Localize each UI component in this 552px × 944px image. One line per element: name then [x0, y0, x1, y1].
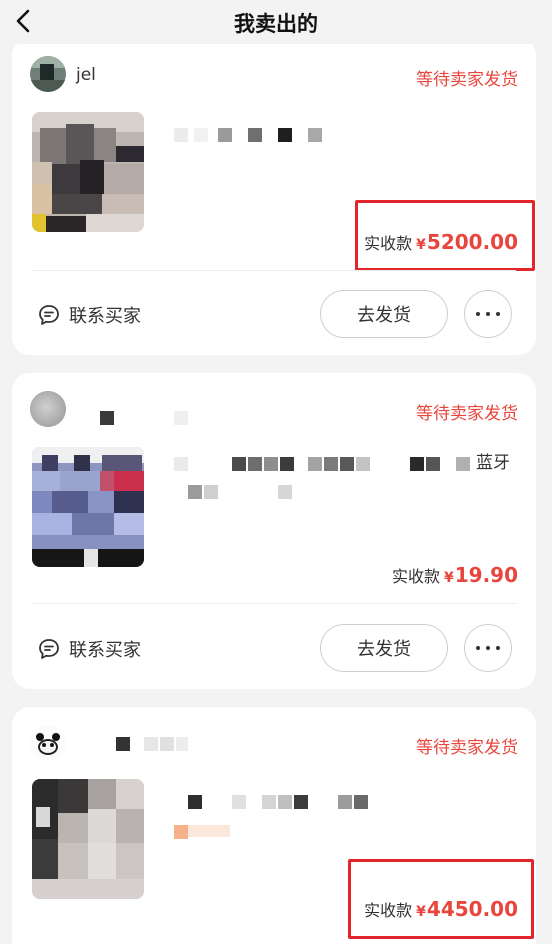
more-options-button[interactable]: [464, 624, 512, 672]
order-card[interactable]: jel 等待卖家发货 实收款 ¥ 5200.00 联系买家 去发货: [12, 38, 536, 355]
page-title: 我卖出的: [234, 12, 318, 36]
contact-buyer-label: 联系买家: [69, 640, 141, 661]
divider: [32, 270, 516, 271]
contact-buyer-button[interactable]: 联系买家: [38, 302, 141, 328]
received-amount: 实收款 ¥ 19.90: [392, 563, 518, 587]
divider: [32, 603, 516, 604]
highlight-box: [348, 859, 534, 939]
product-thumbnail[interactable]: [32, 112, 144, 232]
more-options-button[interactable]: [464, 290, 512, 338]
contact-buyer-label: 联系买家: [69, 306, 141, 327]
buyer-name[interactable]: jel: [76, 65, 96, 85]
currency-symbol: ¥: [443, 570, 454, 586]
more-dots-icon: [473, 312, 503, 316]
received-amount-value: 19.90: [454, 563, 518, 587]
order-card[interactable]: 等待卖家发货 蓝牙 实收款 ¥ 19.90 联系买家 去发货: [12, 373, 536, 689]
ship-button[interactable]: 去发货: [320, 624, 448, 672]
buyer-avatar[interactable]: [30, 391, 66, 427]
buyer-avatar[interactable]: [30, 725, 66, 761]
product-thumbnail[interactable]: [32, 447, 144, 567]
product-thumbnail[interactable]: [32, 779, 144, 899]
contact-buyer-button[interactable]: 联系买家: [38, 636, 141, 662]
received-amount-label: 实收款: [391, 567, 440, 586]
buyer-avatar[interactable]: [30, 56, 66, 92]
top-nav-bar: 我卖出的: [0, 0, 552, 44]
more-dots-icon: [473, 646, 503, 650]
ship-button[interactable]: 去发货: [320, 290, 448, 338]
chat-bubble-icon: [39, 305, 59, 325]
product-title-tail: 蓝牙: [476, 453, 510, 473]
order-status: 等待卖家发货: [416, 70, 518, 90]
order-status: 等待卖家发货: [416, 738, 518, 758]
order-card[interactable]: 等待卖家发货 实收款 ¥ 4450.00: [12, 707, 536, 944]
highlight-box: [355, 200, 535, 271]
order-status: 等待卖家发货: [416, 404, 518, 424]
chat-bubble-icon: [39, 639, 59, 659]
